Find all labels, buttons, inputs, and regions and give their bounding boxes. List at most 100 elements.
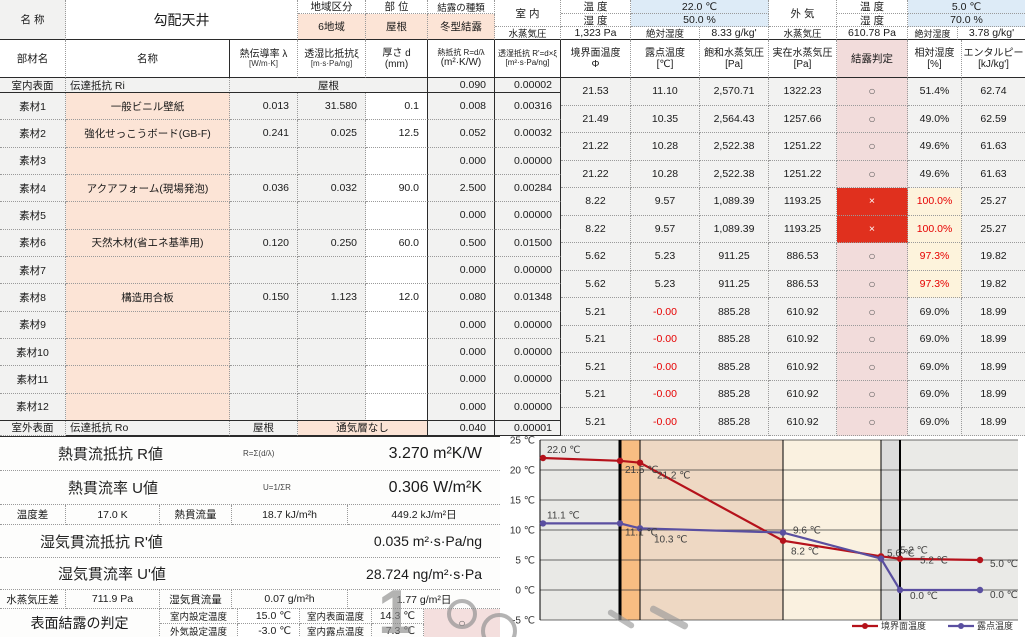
svp-cell: 1,089.39 [700, 216, 769, 244]
material-name-select[interactable] [66, 394, 230, 421]
svp-cell: 1,089.39 [700, 188, 769, 216]
dt-value: 17.0 K [66, 505, 160, 525]
material-name-select[interactable] [66, 339, 230, 366]
phi-cell: 5.21 [561, 353, 631, 381]
dewpoint-cell: 10.28 [631, 133, 700, 161]
thickness-input[interactable]: 90.0 [366, 175, 428, 202]
thickness-input[interactable] [366, 202, 428, 229]
indoor-humidity-input[interactable]: 50.0 % [631, 14, 769, 27]
material-name-select[interactable] [66, 202, 230, 229]
material-name-select[interactable] [66, 148, 230, 175]
indoor-surface-temp-label: 室内表面温度 [300, 609, 372, 624]
rp-value-label: 湿気貫流抵抗 R'値 [40, 531, 163, 552]
thickness-input[interactable]: 12.5 [366, 120, 428, 147]
col-avp-title: 実在水蒸気圧 [773, 48, 833, 59]
svg-text:0.0 ℃: 0.0 ℃ [910, 591, 938, 602]
u-value-row: 熱貫流率 U値 U=1/ΣR 0.306 W/m²K [0, 471, 500, 505]
xi-cell [298, 366, 366, 393]
outdoor-temp-input[interactable]: 5.0 ℃ [908, 0, 1025, 14]
col-enthalpy: エンタルピー [kJ/kg'] [962, 40, 1025, 78]
material-name-select[interactable] [66, 257, 230, 284]
dewpoint-cell: -0.00 [631, 353, 700, 381]
r-cell: 0.000 [428, 202, 495, 229]
region-select[interactable]: 6地域 [298, 14, 366, 40]
col-xi-unit: [m·s·Pa/ng] [311, 60, 352, 69]
u-value: 0.306 W/m²K [389, 479, 482, 497]
indoor-ah-value: 8.33 g/kg' [700, 27, 769, 40]
col-thickness-title: 厚さ d [382, 48, 410, 59]
thickness-input[interactable] [366, 394, 428, 421]
xi-cell [298, 394, 366, 421]
lambda-cell: 0.241 [230, 120, 298, 147]
avp-cell: 610.92 [769, 408, 837, 436]
r-value-row: 熱貫流抵抗 R値 R=Σ(d/λ) 3.270 m²K/W [0, 437, 500, 471]
svg-text:10 ℃: 10 ℃ [510, 526, 535, 537]
thickness-input[interactable]: 0.1 [366, 93, 428, 120]
thickness-input[interactable]: 60.0 [366, 230, 428, 257]
material-name-select[interactable] [66, 366, 230, 393]
svg-text:11.1 ℃: 11.1 ℃ [547, 510, 580, 521]
svg-text:5.2 ℃: 5.2 ℃ [900, 546, 928, 557]
thickness-input[interactable] [366, 312, 428, 339]
phi-cell: 5.21 [561, 326, 631, 354]
svg-text:5.2 ℃: 5.2 ℃ [920, 556, 948, 567]
air-layer-select[interactable]: 通気層なし [298, 421, 428, 436]
material-name-select[interactable]: 天然木材(省エネ基準用) [66, 230, 230, 257]
r-cell: 0.500 [428, 230, 495, 257]
r-cell: 0.000 [428, 366, 495, 393]
xi-cell [298, 202, 366, 229]
col-avp: 実在水蒸気圧 [Pa] [769, 40, 837, 78]
enthalpy-cell: 61.63 [962, 133, 1025, 161]
condensation-judge-cell: ○ [837, 408, 908, 436]
indoor-set-temp[interactable]: 15.0 ℃ [238, 609, 300, 624]
col-xi-title: 透湿比抵抗ξ [304, 49, 358, 60]
lambda-cell: 0.013 [230, 93, 298, 120]
outdoor-label: 外 気 [769, 0, 837, 27]
indoor-hum-label: 湿 度 [561, 14, 631, 27]
dew-type-label: 結露の種類 [428, 0, 495, 14]
material-name-select[interactable]: 一般ビニル壁紙 [66, 93, 230, 120]
row-label-室外表面: 室外表面 [0, 421, 66, 436]
col-dewpoint-unit: [℃] [657, 59, 674, 70]
row-label-素材4: 素材4 [0, 175, 66, 202]
thickness-input[interactable] [366, 339, 428, 366]
outdoor-set-temp[interactable]: -3.0 ℃ [238, 624, 300, 637]
lambda-cell [230, 339, 298, 366]
material-name-select[interactable]: 構造用合板 [66, 284, 230, 311]
dewpoint-cell: -0.00 [631, 381, 700, 409]
condensation-judge-cell: ○ [837, 381, 908, 409]
col-avp-unit: [Pa] [794, 59, 812, 70]
thickness-input[interactable] [366, 257, 428, 284]
phi-cell: 21.49 [561, 106, 631, 134]
name-value[interactable]: 勾配天井 [66, 0, 298, 40]
phi-cell: 8.22 [561, 188, 631, 216]
svg-text:21.5 ℃: 21.5 ℃ [625, 465, 658, 476]
outdoor-hum-label: 湿 度 [837, 14, 908, 27]
thickness-input[interactable] [366, 148, 428, 175]
dewpoint-cell: -0.00 [631, 326, 700, 354]
part-select[interactable]: 屋根 [366, 14, 428, 40]
thickness-input[interactable]: 12.0 [366, 284, 428, 311]
material-name-select[interactable]: アクアフォーム(現場発泡) [66, 175, 230, 202]
col-thickness-unit: (mm) [385, 59, 408, 70]
dew-type-select[interactable]: 冬型結露 [428, 14, 495, 40]
layer-table-right: 21.5311.102,570.711322.23○51.4%62.7421.4… [561, 78, 1025, 436]
svg-text:21.2 ℃: 21.2 ℃ [657, 471, 690, 482]
thickness-input[interactable] [366, 366, 428, 393]
outdoor-temp-label: 温 度 [837, 0, 908, 14]
condensation-judge-cell: × [837, 188, 908, 216]
svp-cell: 2,570.71 [700, 78, 769, 106]
condensation-judge-cell: ○ [837, 78, 908, 106]
row-label-素材7: 素材7 [0, 257, 66, 284]
enthalpy-cell: 18.99 [962, 298, 1025, 326]
svg-text:-5 ℃: -5 ℃ [512, 616, 535, 627]
material-name-select[interactable]: 強化せっこうボード(GB-F) [66, 120, 230, 147]
svp-cell: 911.25 [700, 271, 769, 299]
material-name-select[interactable] [66, 312, 230, 339]
rh-cell: 97.3% [908, 243, 962, 271]
outdoor-humidity-input[interactable]: 70.0 % [908, 14, 1025, 27]
svg-text:0 ℃: 0 ℃ [515, 586, 535, 597]
row-label-素材8: 素材8 [0, 284, 66, 311]
xi-cell [298, 257, 366, 284]
indoor-temp-input[interactable]: 22.0 ℃ [631, 0, 769, 14]
